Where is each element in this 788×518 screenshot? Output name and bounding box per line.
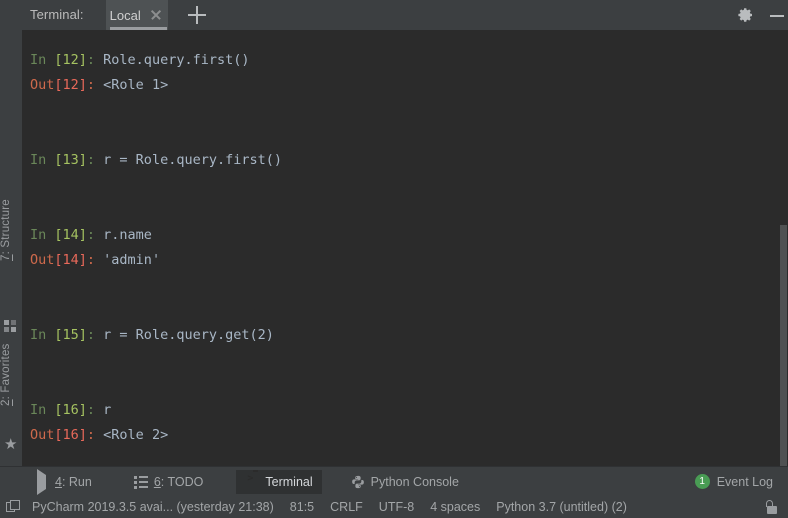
structure-mnemonic: 7 — [0, 254, 12, 261]
run-triangle-icon — [35, 468, 49, 495]
prompt-colon: : — [86, 427, 104, 443]
todo-list-icon — [133, 475, 148, 489]
in-prompt: In — [30, 327, 55, 343]
input-text: r.name — [103, 227, 152, 243]
event-log-badge: 1 — [694, 474, 710, 489]
prompt-number: [14] — [54, 227, 87, 243]
out-prompt: Out — [30, 252, 55, 268]
run-label: : Run — [61, 474, 92, 489]
terminal-line: In [15]: r = Role.query.get(2) — [30, 323, 788, 348]
prompt-number: [12] — [54, 52, 87, 68]
output-text: <Role 1> — [103, 77, 169, 93]
prompt-colon: : — [86, 227, 104, 243]
line-separator[interactable]: CRLF — [330, 500, 363, 514]
prompt-number: [16] — [54, 402, 87, 418]
terminal-icon — [245, 475, 259, 489]
python-interpreter[interactable]: Python 3.7 (untitled) (2) — [496, 500, 627, 514]
terminal-lines: In [12]: Role.query.first() Out[12]: <Rol… — [22, 30, 788, 466]
favorites-label: : Favorites — [0, 343, 12, 400]
in-prompt: In — [30, 52, 55, 68]
prompt-colon: : — [86, 77, 104, 93]
tool-button-terminal[interactable]: Terminal — [236, 469, 322, 494]
sidebar-item-favorites[interactable]: 2: Favorites — [0, 314, 22, 407]
prompt-number: [16] — [54, 427, 87, 443]
close-icon[interactable] — [150, 9, 162, 21]
run-mnemonic: 4 — [55, 474, 62, 489]
structure-label: : Structure — [0, 199, 12, 255]
in-prompt: In — [30, 152, 55, 168]
terminal-line: In [12]: Role.query.first() — [30, 48, 788, 73]
in-prompt: In — [30, 402, 55, 418]
event-log-label: Event Log — [716, 474, 773, 489]
tool-button-run[interactable]: 4: Run — [26, 468, 101, 495]
favorites-mnemonic: 2 — [0, 399, 12, 406]
terminal-line: Out[16]: <Role 2> — [30, 423, 788, 448]
terminal-line: In [16]: r — [30, 398, 788, 423]
terminal-line: Out[12]: <Role 1> — [30, 73, 788, 98]
out-prompt: Out — [30, 77, 55, 93]
plus-icon[interactable] — [187, 6, 206, 24]
tool-button-event-log[interactable]: 1 Event Log — [686, 470, 782, 494]
terminal-line: In [13]: r = Role.query.first() — [30, 148, 788, 173]
prompt-colon: : — [86, 402, 104, 418]
prompt-number: [15] — [54, 327, 87, 343]
terminal-scrollbar[interactable] — [780, 225, 787, 466]
prompt-colon: : — [86, 152, 104, 168]
tab-local-label: Local — [109, 7, 141, 23]
terminal-output-panel[interactable]: In [12]: Role.query.first() Out[12]: <Rol… — [22, 30, 788, 466]
tool-button-todo[interactable]: 6: TODO — [125, 470, 213, 494]
output-text: 'admin' — [103, 252, 161, 268]
prompt-colon: : — [86, 52, 104, 68]
gear-icon[interactable] — [738, 7, 754, 23]
in-prompt: In — [30, 227, 55, 243]
todo-mnemonic: 6 — [153, 474, 161, 489]
tab-local[interactable]: Local — [105, 0, 168, 30]
tool-window-bar: 4: Run 6: TODO Terminal Python Console 1… — [0, 466, 788, 496]
star-icon[interactable]: ★ — [4, 437, 18, 452]
tabbar-actions — [738, 0, 788, 30]
terminal-line: In [14]: r.name — [30, 223, 788, 248]
prompt-number: [14] — [54, 252, 87, 268]
input-text: Role.query.first() — [103, 52, 250, 68]
update-notice[interactable]: PyCharm 2019.3.5 avai... (yesterday 21:3… — [32, 500, 274, 514]
prompt-colon: : — [86, 327, 104, 343]
caret-position[interactable]: 81:5 — [290, 500, 314, 514]
tabbar-title: Terminal: — [30, 7, 84, 22]
python-console-label: Python Console — [370, 474, 459, 489]
encoding[interactable]: UTF-8 — [379, 500, 414, 514]
status-bar: PyCharm 2019.3.5 avai... (yesterday 21:3… — [0, 496, 788, 518]
minimize-icon[interactable] — [770, 8, 784, 22]
input-text: r = Role.query.get(2) — [103, 327, 274, 343]
tool-button-python-console[interactable]: Python Console — [342, 470, 468, 494]
pycharm-window: Terminal: Local 7: Structure 2: Favorite… — [0, 0, 788, 518]
indent-setting[interactable]: 4 spaces — [430, 500, 480, 514]
python-icon — [351, 475, 365, 489]
terminal-line: Out[14]: 'admin' — [30, 248, 788, 273]
input-text: r — [103, 402, 112, 418]
prompt-colon: : — [86, 252, 104, 268]
todo-label: : TODO — [160, 474, 204, 489]
unlocked-padlock-icon[interactable] — [765, 500, 778, 514]
sidebar-item-structure[interactable]: 7: Structure — [0, 171, 22, 261]
output-text: <Role 2> — [103, 427, 169, 443]
prompt-number: [13] — [54, 152, 87, 168]
out-prompt: Out — [30, 427, 55, 443]
left-tool-strip: 7: Structure 2: Favorites ★ — [0, 30, 22, 466]
terminal-tabbar: Terminal: Local — [0, 0, 788, 30]
terminal-label: Terminal — [265, 474, 313, 489]
prompt-number: [12] — [54, 77, 87, 93]
window-icon[interactable] — [6, 500, 20, 514]
input-text: r = Role.query.first() — [103, 152, 282, 168]
